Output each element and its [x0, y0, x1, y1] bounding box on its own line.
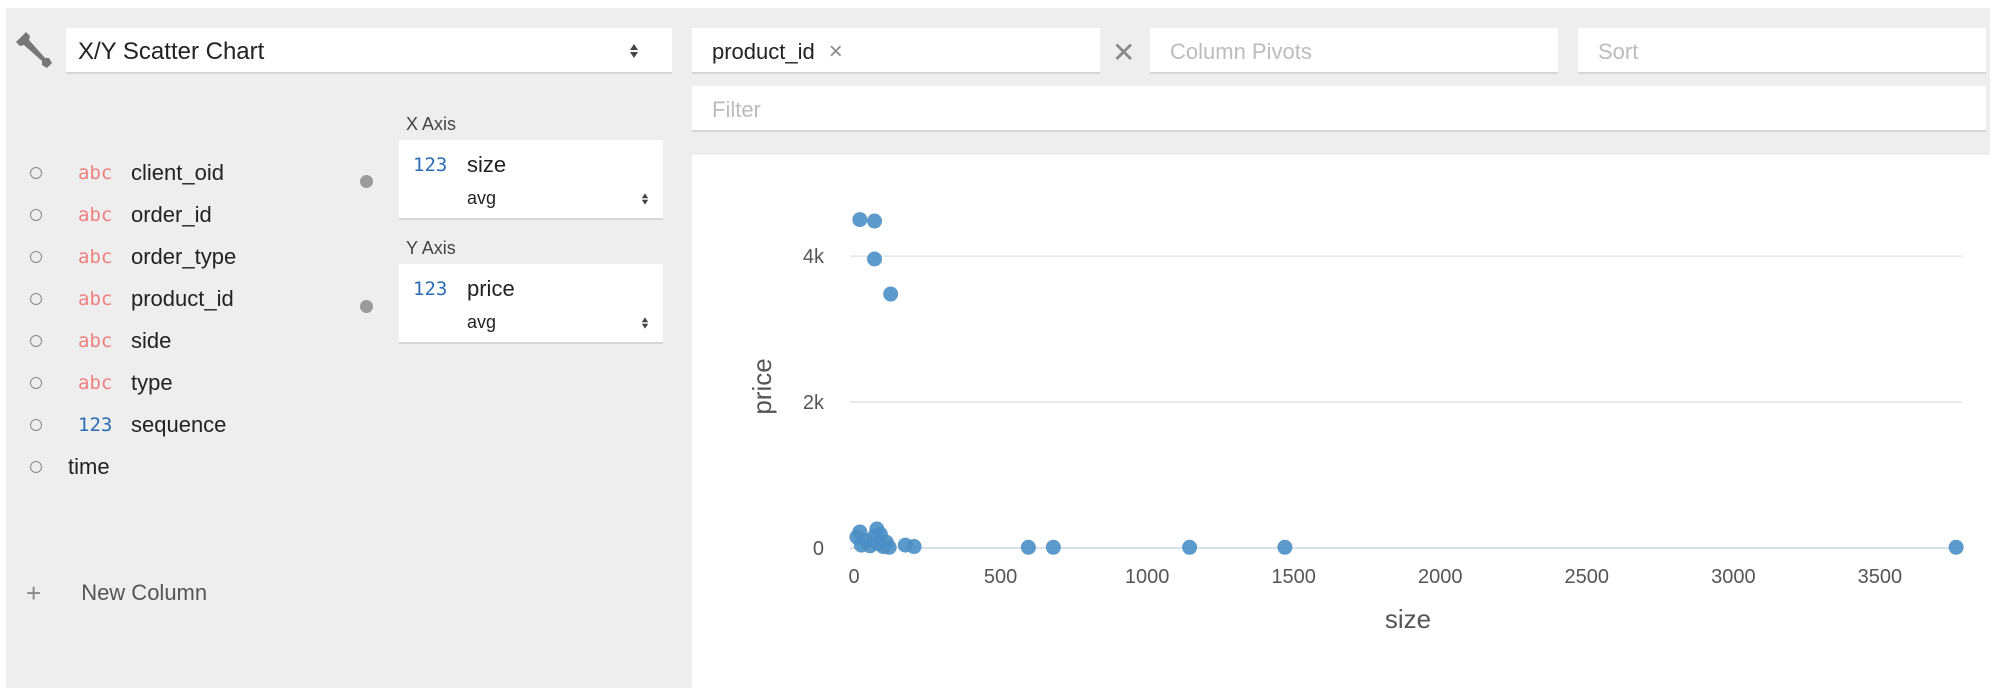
scatter-point[interactable] [883, 286, 899, 302]
x-tick-label: 2500 [1565, 566, 1610, 588]
column-item[interactable]: abc type [20, 362, 380, 404]
column-toggle-radio[interactable] [30, 209, 42, 221]
column-item[interactable]: 123 sequence [20, 404, 380, 446]
scatter-point[interactable] [867, 213, 883, 229]
type-badge-number: 123 [413, 154, 448, 176]
scatter-point[interactable] [852, 212, 868, 228]
new-column-label: New Column [81, 580, 208, 605]
scatter-point[interactable] [1020, 539, 1036, 555]
scatter-point[interactable] [1045, 539, 1061, 555]
y-axis-aggregate-select[interactable]: avg [467, 312, 496, 333]
x-tick-label: 500 [984, 566, 1017, 588]
x-tick-label: 1000 [1125, 566, 1170, 588]
x-tick-label: 1500 [1271, 566, 1316, 588]
column-name: time [68, 454, 110, 479]
column-name: order_id [131, 202, 212, 227]
column-item[interactable]: time [20, 446, 380, 488]
y-tick-label: 4k [803, 246, 825, 268]
type-badge-abc: abc [78, 246, 113, 268]
select-arrows-icon [641, 193, 649, 205]
x-tick-label: 2000 [1418, 566, 1463, 588]
type-badge-abc: abc [78, 204, 113, 226]
drag-handle-icon[interactable] [360, 300, 373, 313]
type-badge-abc: abc [78, 330, 113, 352]
type-badge-abc: abc [78, 288, 113, 310]
column-pivots-placeholder: Column Pivots [1170, 39, 1312, 64]
drag-handle-icon[interactable] [360, 175, 373, 188]
sort-field[interactable]: Sort [1578, 28, 1986, 74]
row-pivots-field[interactable]: product_id × [692, 28, 1100, 74]
type-badge-number: 123 [78, 414, 113, 436]
x-tick-label: 3500 [1858, 566, 1903, 588]
filter-field[interactable]: Filter [692, 86, 1986, 132]
column-toggle-radio[interactable] [30, 167, 42, 179]
scatter-point[interactable] [867, 251, 883, 267]
swap-pivots-icon[interactable]: ✕ [1112, 36, 1135, 69]
column-name: sequence [131, 412, 227, 437]
x-axis-label: X Axis [406, 114, 457, 134]
column-toggle-radio[interactable] [30, 251, 42, 263]
type-badge-abc: abc [78, 372, 113, 394]
chart-type-value: X/Y Scatter Chart [78, 38, 265, 65]
y-axis-slot[interactable]: 123 price avg [399, 264, 663, 344]
column-toggle-radio[interactable] [30, 335, 42, 347]
x-axis-field: size [467, 152, 507, 177]
column-item[interactable]: abc product_id [20, 278, 380, 320]
scatter-point[interactable] [1277, 539, 1293, 555]
type-badge-abc: abc [78, 162, 113, 184]
pivot-chip[interactable]: product_id × [712, 38, 843, 66]
column-list: abc client_oid abc order_id abc order_ty… [20, 152, 380, 488]
column-name: product_id [131, 286, 234, 311]
sort-placeholder: Sort [1598, 39, 1639, 64]
y-tick-label: 0 [813, 538, 824, 560]
x-axis-aggregate-select[interactable]: avg [467, 188, 496, 209]
scatter-point[interactable] [1948, 539, 1964, 555]
select-arrows-icon [630, 44, 638, 58]
column-toggle-radio[interactable] [30, 419, 42, 431]
chart-area: 0 2k 4k 0 500 1000 1500 2000 2500 3000 3500 size pri… [692, 155, 1990, 688]
column-name: side [131, 328, 172, 353]
type-badge-number: 123 [413, 278, 448, 300]
new-column-button[interactable]: + New Column [26, 580, 207, 606]
scatter-point[interactable] [906, 539, 922, 555]
plus-icon: + [26, 578, 42, 608]
scatter-point[interactable] [1182, 539, 1198, 555]
close-icon[interactable]: × [829, 38, 843, 66]
select-arrows-icon [641, 317, 649, 329]
column-toggle-radio[interactable] [30, 461, 42, 473]
column-item[interactable]: abc side [20, 320, 380, 362]
x-axis-title: size [1385, 604, 1431, 634]
scatter-chart[interactable]: 0 2k 4k 0 500 1000 1500 2000 2500 3000 3500 size pri… [692, 155, 1990, 688]
scatter-point[interactable] [881, 539, 897, 555]
x-tick-label: 3000 [1711, 566, 1756, 588]
x-axis-slot[interactable]: 123 size avg [399, 140, 663, 220]
filter-placeholder: Filter [712, 97, 761, 122]
column-item[interactable]: abc order_type [20, 236, 380, 278]
y-axis-label: Y Axis [406, 238, 456, 258]
wrench-icon[interactable] [14, 30, 54, 70]
y-axis-field: price [467, 276, 515, 301]
column-toggle-radio[interactable] [30, 293, 42, 305]
column-toggle-radio[interactable] [30, 377, 42, 389]
chart-type-select[interactable]: X/Y Scatter Chart [66, 28, 672, 74]
y-tick-label: 2k [803, 392, 825, 414]
column-item[interactable]: abc order_id [20, 194, 380, 236]
pivot-chip-label: product_id [712, 39, 815, 64]
column-name: order_type [131, 244, 237, 269]
column-pivots-field[interactable]: Column Pivots [1150, 28, 1558, 74]
y-axis-title: price [747, 358, 777, 414]
column-item[interactable]: abc client_oid [20, 152, 380, 194]
column-name: client_oid [131, 160, 224, 185]
x-tick-label: 0 [848, 566, 859, 588]
column-name: type [131, 370, 173, 395]
